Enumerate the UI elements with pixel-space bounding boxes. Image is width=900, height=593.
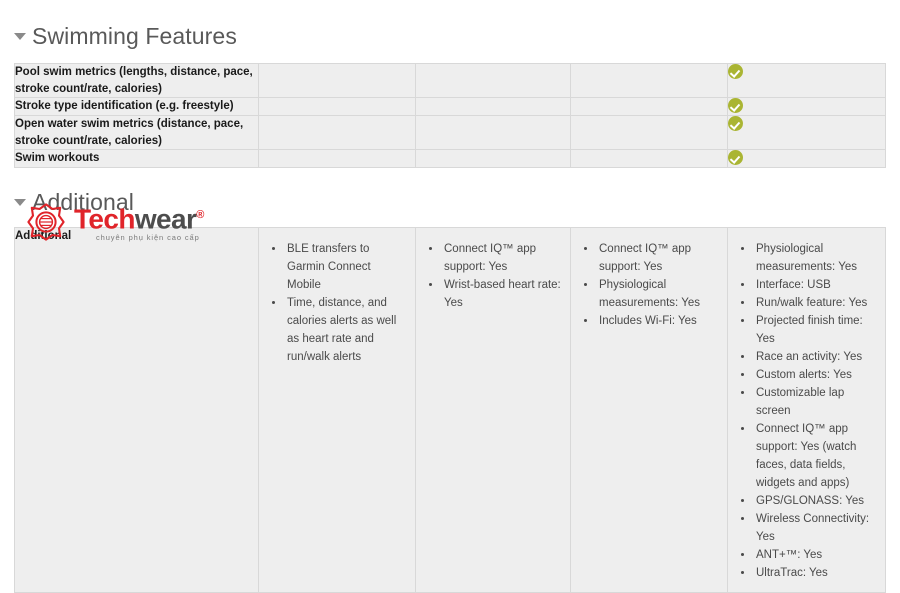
feature-cell: [258, 115, 416, 151]
feature-cell: [570, 62, 728, 99]
list-item: Time, distance, and calories alerts as w…: [285, 294, 407, 366]
feature-label: Additional: [14, 227, 259, 593]
top-spacer: [0, 0, 900, 25]
check-circle-icon: [728, 98, 743, 114]
section-title: Swimming Features: [32, 23, 237, 49]
check-circle-icon: [728, 150, 743, 166]
feature-cell: [570, 97, 728, 117]
list-item: Wireless Connectivity: Yes: [754, 510, 877, 546]
list-item: Connect IQ™ app support: Yes: [597, 240, 719, 276]
feature-cell: [258, 97, 416, 117]
list-item: Projected finish time: Yes: [754, 312, 877, 348]
additional-cell-column-4: Physiological measurements: Yes Interfac…: [727, 227, 886, 593]
additional-table: Additional BLE transfers to Garmin Conne…: [14, 227, 886, 593]
list-item: BLE transfers to Garmin Connect Mobile: [285, 240, 407, 294]
list-item: Customizable lap screen: [754, 384, 877, 420]
logo-word-second: wear: [134, 203, 197, 235]
list-item: Race an activity: Yes: [754, 348, 877, 366]
list-item: GPS/GLONASS: Yes: [754, 492, 877, 510]
feature-list: BLE transfers to Garmin Connect Mobile T…: [259, 228, 415, 376]
check-circle-icon: [728, 64, 743, 79]
feature-cell: [727, 62, 886, 99]
techwear-gear-icon: [27, 203, 65, 241]
list-item: Includes Wi-Fi: Yes: [597, 312, 719, 330]
feature-cell: [727, 97, 886, 117]
list-item: Physiological measurements: Yes: [597, 276, 719, 312]
check-circle-icon: [728, 116, 743, 132]
swimming-features-table: Pool swim metrics (lengths, distance, pa…: [14, 62, 886, 169]
logo-word-first: Tech: [74, 203, 135, 235]
caret-down-icon[interactable]: [14, 33, 26, 40]
additional-cell-column-1: BLE transfers to Garmin Connect Mobile T…: [258, 227, 416, 593]
feature-cell: [570, 115, 728, 151]
feature-cell: [415, 149, 571, 169]
registered-mark-icon: ®: [196, 209, 204, 221]
page-root: Swimming Features Pool swim metrics (len…: [0, 0, 900, 593]
feature-cell: [727, 115, 886, 151]
feature-cell: [727, 149, 886, 169]
list-item: Connect IQ™ app support: Yes: [442, 240, 562, 276]
list-item: UltraTrac: Yes: [754, 564, 877, 582]
logo-wordmark: Techwear®: [74, 200, 204, 234]
logo-text-block: Techwear® chuyên phụ kiện cao cấp: [74, 200, 204, 243]
list-item: Physiological measurements: Yes: [754, 240, 877, 276]
feature-cell: [570, 149, 728, 169]
logo-tagline: chuyên phụ kiện cao cấp: [96, 233, 200, 243]
table-row: Stroke type identification (e.g. freesty…: [14, 97, 886, 117]
additional-cell-column-3: Connect IQ™ app support: Yes Physiologic…: [570, 227, 728, 593]
feature-label: Pool swim metrics (lengths, distance, pa…: [14, 62, 259, 99]
feature-list: Connect IQ™ app support: Yes Physiologic…: [571, 228, 727, 340]
list-item: Connect IQ™ app support: Yes (watch face…: [754, 420, 877, 492]
feature-cell: [258, 149, 416, 169]
brand-logo: Techwear® chuyên phụ kiện cao cấp: [24, 200, 204, 244]
feature-cell: [415, 115, 571, 151]
feature-label: Open water swim metrics (distance, pace,…: [14, 115, 259, 151]
list-item: Custom alerts: Yes: [754, 366, 877, 384]
feature-list: Connect IQ™ app support: Yes Wrist-based…: [416, 228, 570, 322]
list-item: Interface: USB: [754, 276, 877, 294]
heading-spacer: [0, 48, 900, 63]
table-row: Pool swim metrics (lengths, distance, pa…: [14, 62, 886, 99]
list-item: Run/walk feature: Yes: [754, 294, 877, 312]
table-row: Swim workouts: [14, 149, 886, 169]
feature-cell: [258, 62, 416, 99]
feature-list: Physiological measurements: Yes Interfac…: [728, 228, 885, 592]
feature-cell: [415, 97, 571, 117]
section-heading-swimming-features[interactable]: Swimming Features: [0, 25, 900, 48]
list-item: Wrist-based heart rate: Yes: [442, 276, 562, 312]
feature-cell: [415, 62, 571, 99]
feature-label: Swim workouts: [14, 149, 259, 169]
table-row: Additional BLE transfers to Garmin Conne…: [14, 227, 886, 593]
feature-label: Stroke type identification (e.g. freesty…: [14, 97, 259, 117]
table-row: Open water swim metrics (distance, pace,…: [14, 115, 886, 151]
list-item: ANT+™: Yes: [754, 546, 877, 564]
additional-cell-column-2: Connect IQ™ app support: Yes Wrist-based…: [415, 227, 571, 593]
